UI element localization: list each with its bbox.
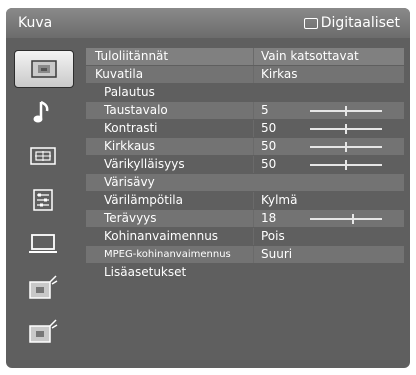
- row-value: 50: [261, 157, 277, 171]
- slider-knob[interactable]: [345, 106, 347, 116]
- column-divider: [253, 102, 254, 119]
- row-value: 18: [261, 211, 277, 225]
- row-value: Pois: [261, 229, 285, 243]
- row-label: Värikylläisyys: [104, 157, 185, 171]
- slider-knob[interactable]: [345, 160, 347, 170]
- title-bar: Kuva Digitaaliset: [6, 8, 410, 38]
- column-divider: [253, 210, 254, 227]
- row-label: Värisävy: [104, 175, 155, 189]
- row-label: Kuvatila: [95, 67, 144, 81]
- column-divider: [253, 246, 254, 263]
- column-divider: [253, 228, 254, 245]
- settings-list: Tuloliitännät Vain katsottavat Kuvatila …: [86, 48, 404, 366]
- menu-row-contrast[interactable]: Kontrasti 50: [86, 120, 404, 137]
- row-value: 50: [261, 121, 277, 135]
- menu-row-saturation[interactable]: Värikylläisyys 50: [86, 156, 404, 173]
- sidebar-item-analog[interactable]: [14, 270, 72, 306]
- row-label: Palautus: [104, 85, 155, 99]
- menu-title: Kuva: [18, 15, 53, 31]
- row-label: Taustavalo: [104, 103, 168, 117]
- screen-format-icon: [30, 147, 56, 165]
- sidebar-item-digital[interactable]: [14, 314, 72, 350]
- digital-setup-icon: [29, 319, 58, 343]
- row-label: Kontrasti: [104, 121, 158, 135]
- column-divider: [253, 48, 254, 65]
- row-label: Kohinanvaimennus: [104, 229, 219, 243]
- menu-row-color-temperature[interactable]: Värilämpötila Kylmä: [86, 192, 404, 209]
- category-sidebar: [10, 44, 76, 362]
- slider-track[interactable]: [310, 214, 382, 224]
- menu-window: Kuva Digitaaliset Tuloliitännät Vain kat…: [6, 8, 410, 368]
- settings-list-icon: [33, 189, 53, 211]
- menu-row-picture-mode[interactable]: Kuvatila Kirkas: [86, 66, 404, 83]
- column-divider: [253, 66, 254, 83]
- row-value: 5: [261, 103, 269, 117]
- music-note-icon: [33, 100, 49, 123]
- slider-knob[interactable]: [345, 142, 347, 152]
- row-label: Kirkkaus: [104, 139, 156, 153]
- tv-screen-icon: [303, 17, 318, 29]
- sidebar-item-picture[interactable]: [14, 50, 74, 88]
- row-value: 50: [261, 139, 277, 153]
- input-source-indicator: Digitaaliset: [303, 15, 400, 31]
- row-label: Värilämpötila: [104, 193, 183, 207]
- sidebar-item-screen[interactable]: [14, 138, 72, 174]
- menu-row-hue[interactable]: Värisävy: [86, 174, 404, 191]
- slider-track[interactable]: [310, 142, 382, 152]
- slider-track[interactable]: [310, 106, 382, 116]
- slider-track[interactable]: [310, 124, 382, 134]
- column-divider: [253, 120, 254, 137]
- column-divider: [253, 156, 254, 173]
- slider-knob[interactable]: [345, 124, 347, 134]
- analog-setup-icon: [29, 275, 58, 299]
- sidebar-item-sound[interactable]: [14, 94, 72, 130]
- slider-knob[interactable]: [352, 214, 354, 224]
- row-label: MPEG-kohinanvaimennus: [104, 249, 231, 260]
- row-label: Tuloliitännät: [95, 49, 169, 63]
- column-divider: [253, 192, 254, 209]
- picture-icon: [31, 60, 57, 78]
- menu-row-sharpness[interactable]: Terävyys 18: [86, 210, 404, 227]
- menu-row-backlight[interactable]: Taustavalo 5: [86, 102, 404, 119]
- input-source-label: Digitaaliset: [320, 15, 400, 31]
- sidebar-item-monitor[interactable]: [14, 226, 72, 262]
- menu-row-noise-reduction[interactable]: Kohinanvaimennus Pois: [86, 228, 404, 245]
- row-value: Kylmä: [261, 193, 298, 207]
- menu-row-advanced-settings[interactable]: Lisäasetukset: [86, 264, 404, 281]
- row-label: Lisäasetukset: [104, 265, 187, 279]
- sidebar-item-setup[interactable]: [14, 182, 72, 218]
- monitor-icon: [29, 234, 57, 253]
- menu-row-inputs[interactable]: Tuloliitännät Vain katsottavat: [86, 48, 404, 65]
- column-divider: [253, 138, 254, 155]
- row-value: Kirkas: [261, 67, 298, 81]
- slider-track[interactable]: [310, 160, 382, 170]
- row-value: Vain katsottavat: [261, 49, 359, 63]
- menu-row-reset[interactable]: Palautus: [86, 84, 404, 101]
- menu-row-brightness[interactable]: Kirkkaus 50: [86, 138, 404, 155]
- menu-row-mpeg-noise-reduction[interactable]: MPEG-kohinanvaimennus Suuri: [86, 246, 404, 263]
- row-label: Terävyys: [104, 211, 157, 225]
- row-value: Suuri: [261, 247, 293, 261]
